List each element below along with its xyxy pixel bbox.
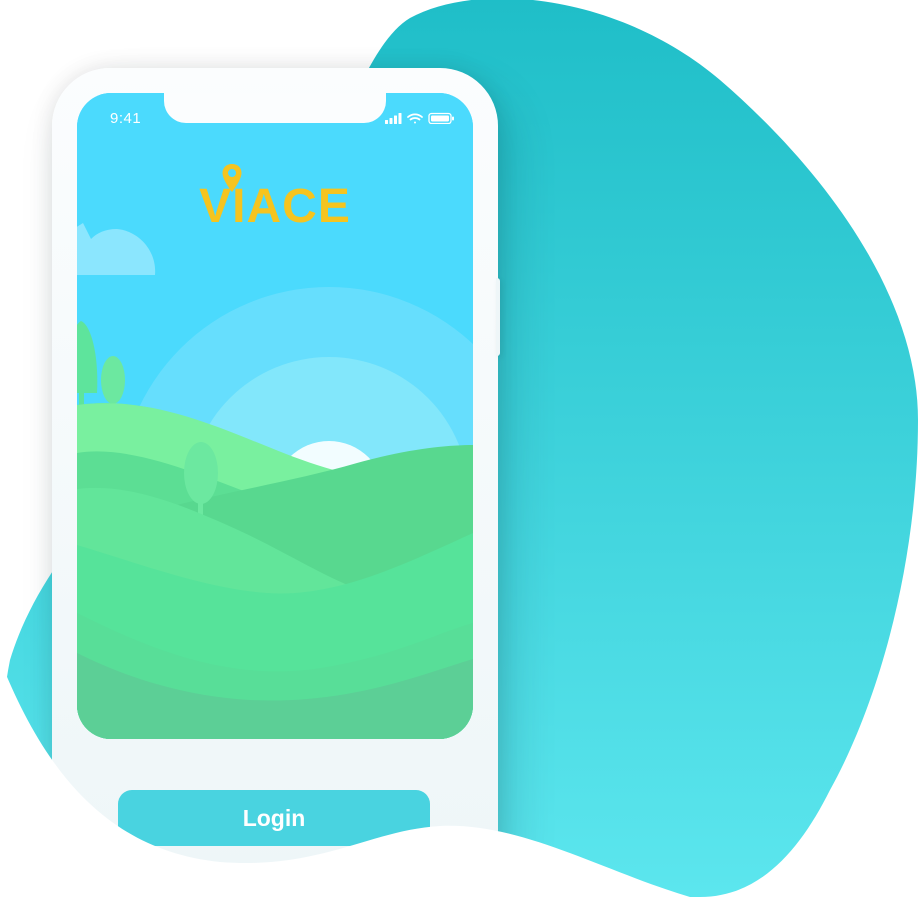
phone-notch xyxy=(164,93,386,123)
status-time: 9:41 xyxy=(110,110,142,127)
battery-icon xyxy=(428,112,454,124)
wifi-icon xyxy=(407,113,423,124)
signal-icon xyxy=(385,113,402,124)
phone-side-button xyxy=(496,278,500,356)
phone-mockup: 9:41 VIACE Login xyxy=(52,68,498,888)
app-logo: VIACE xyxy=(199,180,351,233)
login-button[interactable]: Login xyxy=(118,790,430,846)
status-icons xyxy=(385,112,457,124)
phone-screen: 9:41 VIACE xyxy=(77,93,473,739)
